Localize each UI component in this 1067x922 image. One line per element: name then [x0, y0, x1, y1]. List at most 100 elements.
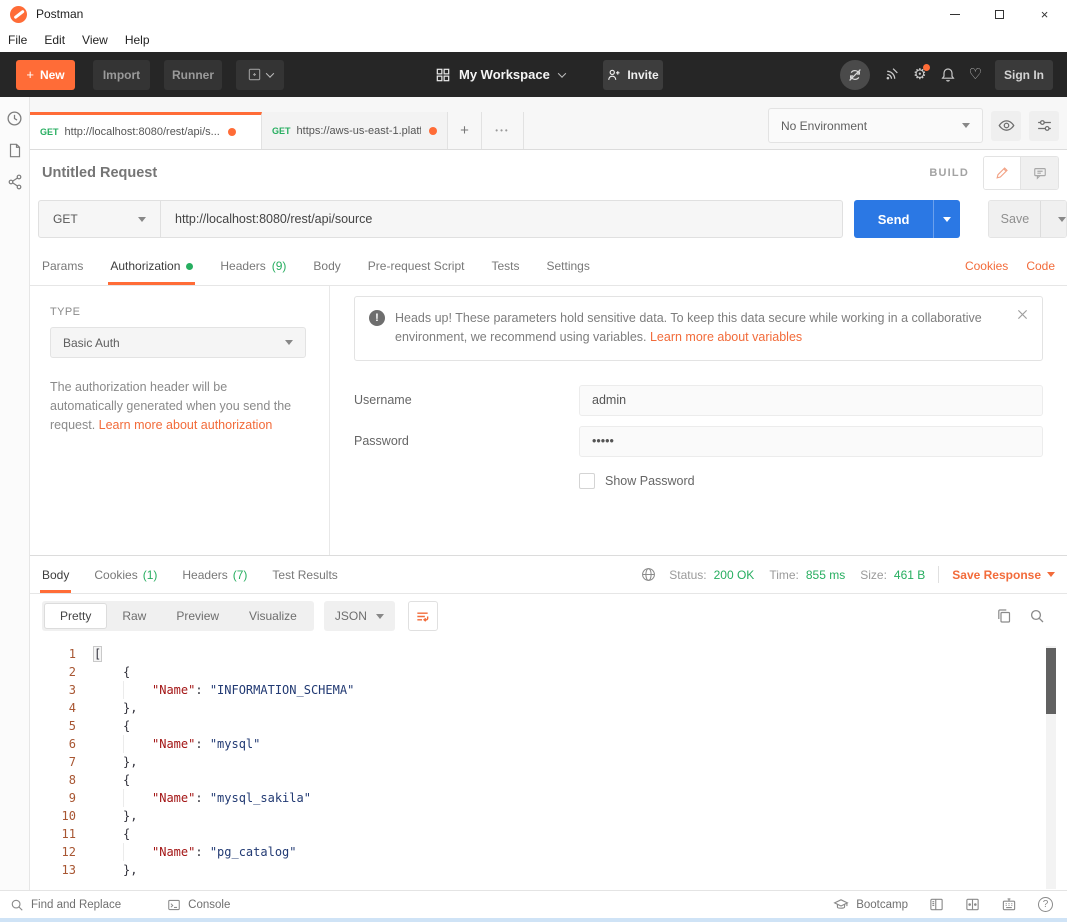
wrap-lines-button[interactable]	[408, 601, 438, 631]
tab-headers[interactable]: Headers (9)	[220, 247, 286, 285]
request-tab-2[interactable]: GET https://aws-us-east-1.platform....	[262, 112, 448, 149]
search-response-icon[interactable]	[1029, 608, 1045, 624]
help-button[interactable]: ?	[1038, 897, 1053, 912]
history-icon[interactable]	[6, 110, 23, 127]
cookies-link[interactable]: Cookies	[965, 259, 1008, 273]
bootcamp-button[interactable]: Bootcamp	[833, 897, 908, 912]
keyboard-shortcuts-icon[interactable]	[1001, 897, 1017, 912]
import-button[interactable]: Import	[93, 60, 150, 90]
bell-icon[interactable]	[940, 67, 956, 83]
request-tab-1[interactable]: GET http://localhost:8080/rest/api/s...	[30, 112, 262, 149]
view-preview-button[interactable]: Preview	[161, 603, 234, 629]
tab-method: GET	[272, 126, 291, 136]
tab-body[interactable]: Body	[313, 247, 340, 285]
code-link[interactable]: Code	[1026, 259, 1055, 273]
tab-settings[interactable]: Settings	[547, 247, 590, 285]
view-raw-button[interactable]: Raw	[107, 603, 161, 629]
collections-icon[interactable]	[7, 142, 23, 159]
title-bar: Postman ×	[0, 0, 1067, 28]
save-response-button[interactable]: Save Response	[952, 568, 1055, 582]
line-number: 13	[30, 861, 76, 879]
workspace-label: My Workspace	[459, 67, 550, 82]
tab-label: Pre-request Script	[368, 259, 465, 273]
copy-icon[interactable]	[996, 608, 1012, 624]
response-tabs: Body Cookies (1) Headers (7) Test Result…	[30, 556, 1067, 594]
new-button[interactable]: + New	[16, 60, 75, 90]
send-options-button[interactable]	[933, 200, 961, 238]
format-selector[interactable]: JSON	[324, 601, 395, 631]
comment-icon	[1033, 166, 1047, 180]
split-pane-layout-icon[interactable]	[965, 897, 980, 912]
scrollbar-thumb[interactable]	[1046, 648, 1056, 714]
save-options-button[interactable]	[1040, 201, 1066, 237]
method-selector[interactable]: GET	[39, 201, 161, 237]
json-key: "Name"	[152, 683, 195, 697]
close-icon: ×	[1041, 7, 1049, 22]
response-tab-test-results[interactable]: Test Results	[272, 556, 337, 593]
time-value: 855 ms	[806, 568, 845, 582]
status-label: Status:	[669, 568, 706, 582]
open-new-tab-button[interactable]: +	[448, 112, 482, 149]
tab-authorization[interactable]: Authorization	[110, 247, 193, 285]
sync-off-button[interactable]	[840, 60, 870, 90]
response-scrollbar[interactable]	[1046, 646, 1056, 889]
line-number: 8	[30, 771, 76, 789]
build-mode-button[interactable]	[984, 157, 1021, 189]
runner-button[interactable]: Runner	[164, 60, 222, 90]
new-button-label: New	[40, 68, 65, 82]
invite-button[interactable]: Invite	[603, 60, 663, 90]
environment-selector[interactable]: No Environment	[768, 108, 983, 143]
heart-icon[interactable]: ♡	[969, 67, 982, 82]
window-edge	[0, 918, 1067, 922]
send-button[interactable]: Send	[854, 200, 933, 238]
view-pretty-button[interactable]: Pretty	[44, 603, 107, 629]
response-body-editor: 1[ 2{ 3"Name": "INFORMATION_SCHEMA" 4}, …	[30, 638, 1067, 879]
tab-params[interactable]: Params	[42, 247, 83, 285]
response-tab-body[interactable]: Body	[42, 556, 69, 593]
menu-view[interactable]: View	[82, 33, 108, 47]
close-button[interactable]: ×	[1022, 0, 1067, 28]
response-tab-headers[interactable]: Headers (7)	[182, 556, 247, 593]
response-tab-cookies[interactable]: Cookies (1)	[94, 556, 157, 593]
json-token: [	[94, 647, 101, 661]
two-pane-layout-icon[interactable]	[929, 897, 944, 912]
line-number: 5	[30, 717, 76, 735]
environment-quick-look-button[interactable]	[991, 111, 1021, 141]
url-input[interactable]	[161, 201, 842, 237]
console-button[interactable]: Console	[167, 898, 230, 912]
environment-settings-button[interactable]	[1029, 111, 1059, 141]
learn-more-authorization-link[interactable]: Learn more about authorization	[99, 418, 273, 432]
find-and-replace-button[interactable]: Find and Replace	[10, 898, 121, 912]
view-segmented-control: Pretty Raw Preview Visualize	[42, 601, 314, 631]
tab-tests[interactable]: Tests	[491, 247, 519, 285]
graduation-cap-icon	[833, 897, 849, 912]
request-title[interactable]: Untitled Request	[42, 165, 157, 181]
username-input[interactable]	[579, 385, 1043, 416]
capture-requests-icon[interactable]	[883, 66, 900, 83]
size-label: Size:	[860, 568, 887, 582]
view-visualize-button[interactable]: Visualize	[234, 603, 312, 629]
auth-type-selector[interactable]: Basic Auth	[50, 327, 306, 358]
show-password-checkbox[interactable]	[579, 473, 595, 489]
settings-button[interactable]: ⚙	[913, 67, 926, 82]
more-icon: •••	[495, 126, 509, 135]
json-string: "mysql"	[210, 737, 261, 751]
sign-in-button[interactable]: Sign In	[995, 60, 1053, 90]
new-window-button[interactable]	[236, 60, 284, 90]
tab-prerequest-script[interactable]: Pre-request Script	[368, 247, 465, 285]
comment-mode-button[interactable]	[1021, 157, 1058, 189]
menu-file[interactable]: File	[8, 33, 27, 47]
password-input[interactable]	[579, 426, 1043, 457]
maximize-button[interactable]	[977, 0, 1022, 28]
apis-network-icon[interactable]	[7, 174, 23, 190]
minimize-button[interactable]	[932, 0, 977, 28]
learn-more-variables-link[interactable]: Learn more about variables	[650, 330, 802, 344]
banner-close-button[interactable]	[1017, 309, 1028, 348]
menu-edit[interactable]: Edit	[44, 33, 65, 47]
tab-options-button[interactable]: •••	[482, 112, 524, 149]
menu-help[interactable]: Help	[125, 33, 150, 47]
save-button[interactable]: Save	[989, 201, 1040, 237]
tab-url: https://aws-us-east-1.platform....	[297, 125, 421, 137]
sign-in-label: Sign In	[1004, 68, 1044, 82]
workspace-switcher[interactable]: My Workspace	[436, 52, 565, 97]
